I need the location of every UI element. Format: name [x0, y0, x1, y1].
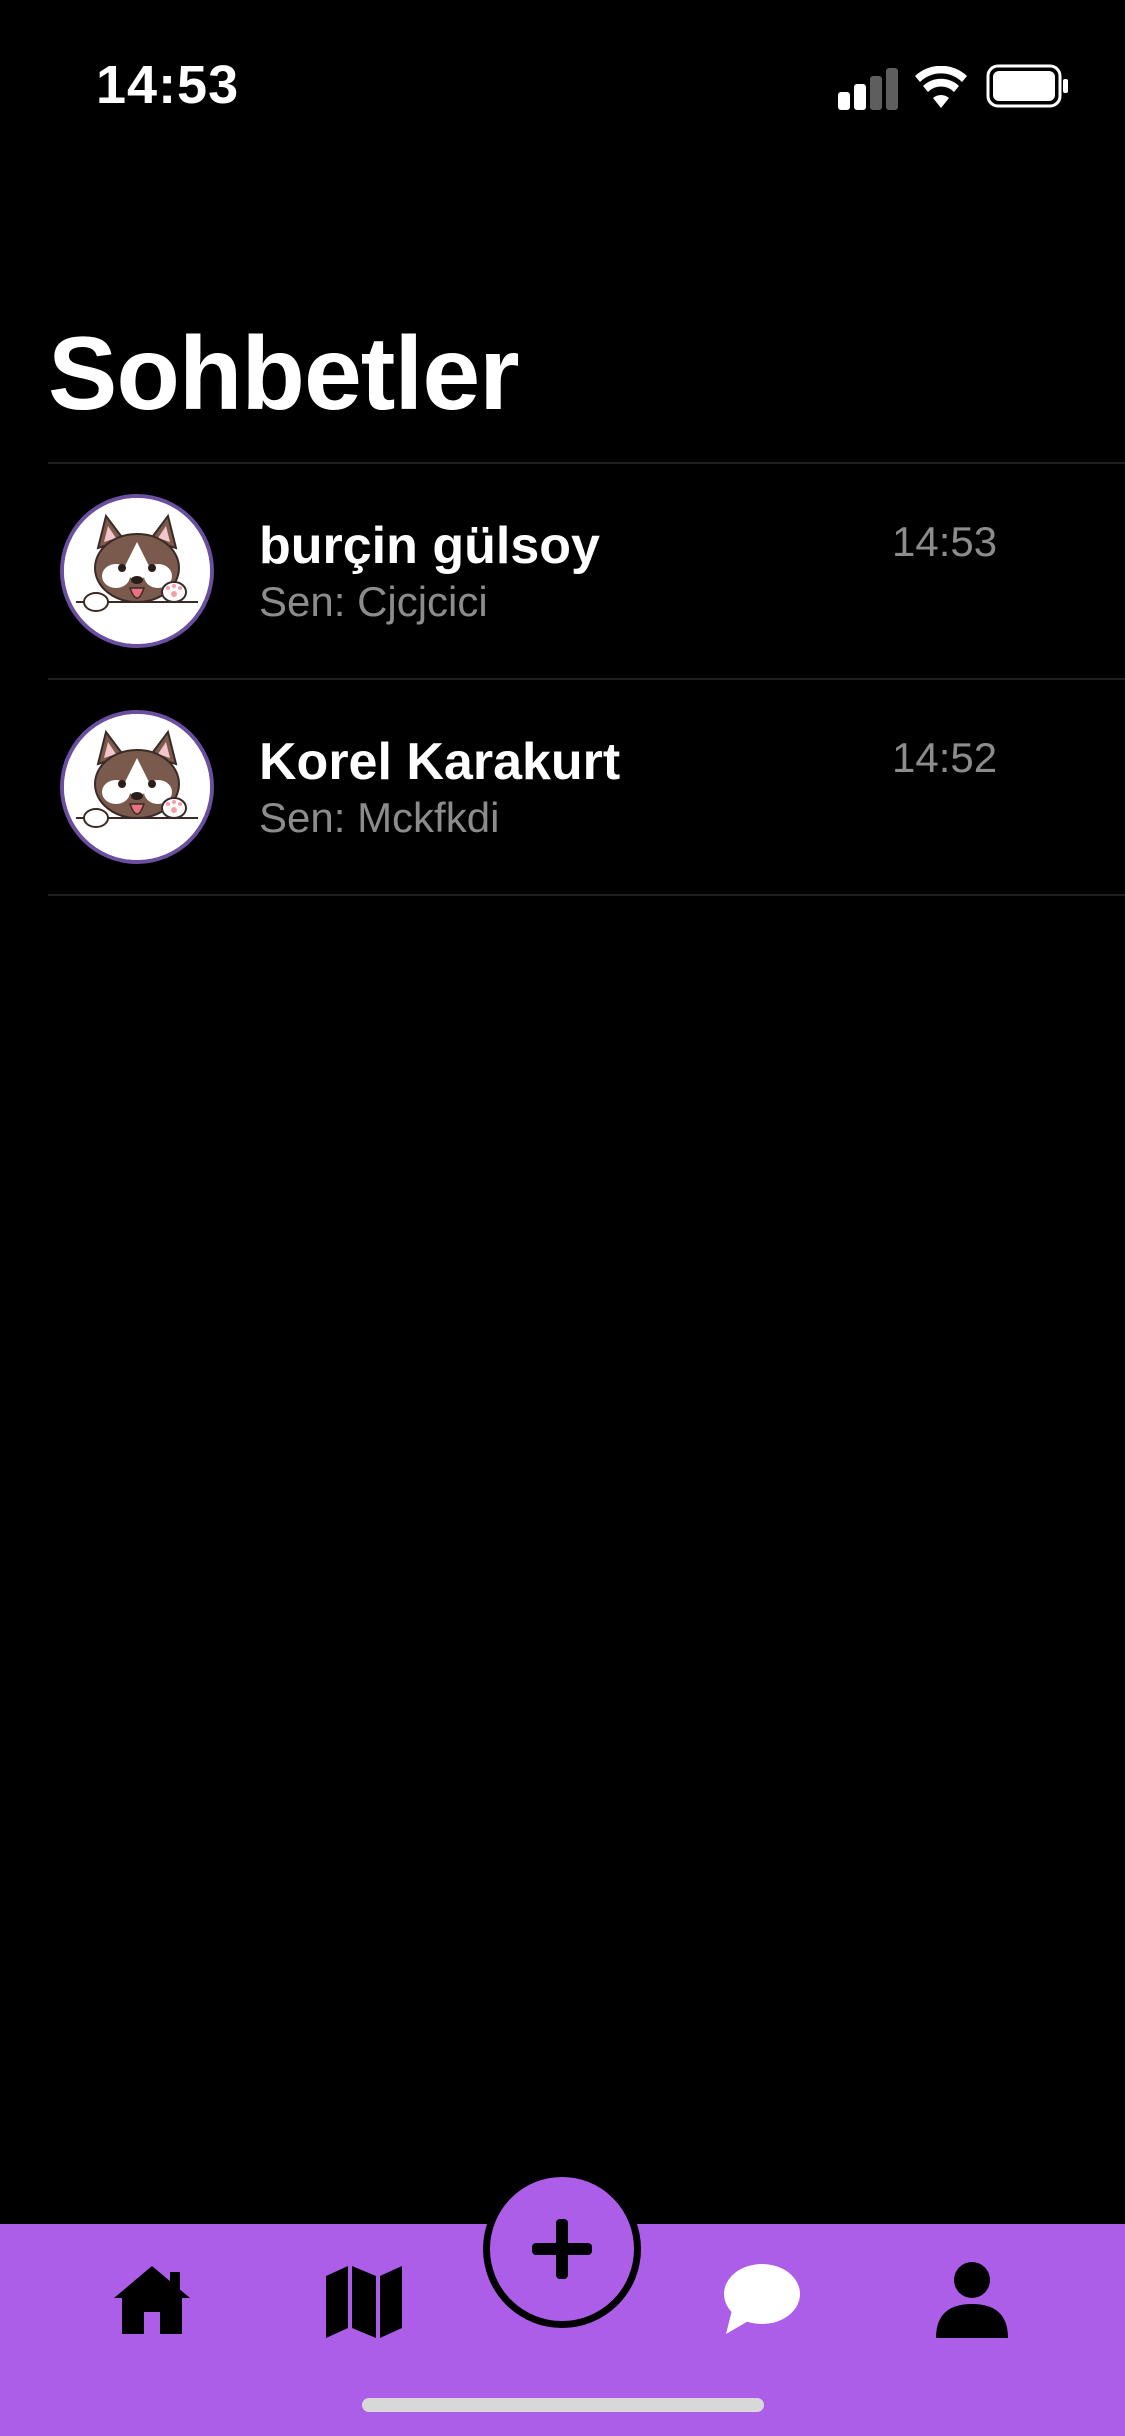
- chat-row[interactable]: Korel Karakurt Sen: Mckfkdi 14:52: [48, 680, 1125, 894]
- home-icon[interactable]: [110, 2258, 194, 2342]
- divider: [48, 894, 1125, 896]
- cellular-signal-icon: [838, 66, 898, 110]
- home-indicator[interactable]: [362, 2398, 764, 2412]
- chat-preview: Sen: Cjcjcici: [259, 578, 488, 625]
- chats-screen: 14:53 Sohbetler burçin gülsoy Sen: Cjcjc…: [0, 0, 1125, 2436]
- status-bar: 14:53: [0, 0, 1125, 140]
- chat-preview: Sen: Mckfkdi: [259, 794, 500, 841]
- chat-row[interactable]: burçin gülsoy Sen: Cjcjcici 14:53: [48, 464, 1125, 678]
- chat-time: 14:52: [892, 734, 998, 781]
- status-time: 14:53: [96, 55, 240, 115]
- avatar: [60, 710, 214, 864]
- battery-icon: [986, 64, 1068, 108]
- husky-dog-avatar-icon: [64, 498, 210, 644]
- page-title: Sohbetler: [48, 316, 520, 432]
- chat-name: Korel Karakurt: [259, 733, 621, 791]
- chat-list: burçin gülsoy Sen: Cjcjcici 14:53 Korel …: [48, 462, 1125, 896]
- husky-dog-avatar-icon: [64, 714, 210, 860]
- map-icon[interactable]: [322, 2258, 406, 2342]
- avatar: [60, 494, 214, 648]
- chat-name: burçin gülsoy: [259, 517, 600, 575]
- plus-icon: [532, 2219, 592, 2279]
- chat-time: 14:53: [892, 518, 998, 565]
- wifi-icon: [915, 66, 967, 108]
- person-icon[interactable]: [930, 2258, 1014, 2342]
- add-button[interactable]: [483, 2170, 641, 2328]
- chat-bubble-icon[interactable]: [718, 2258, 802, 2342]
